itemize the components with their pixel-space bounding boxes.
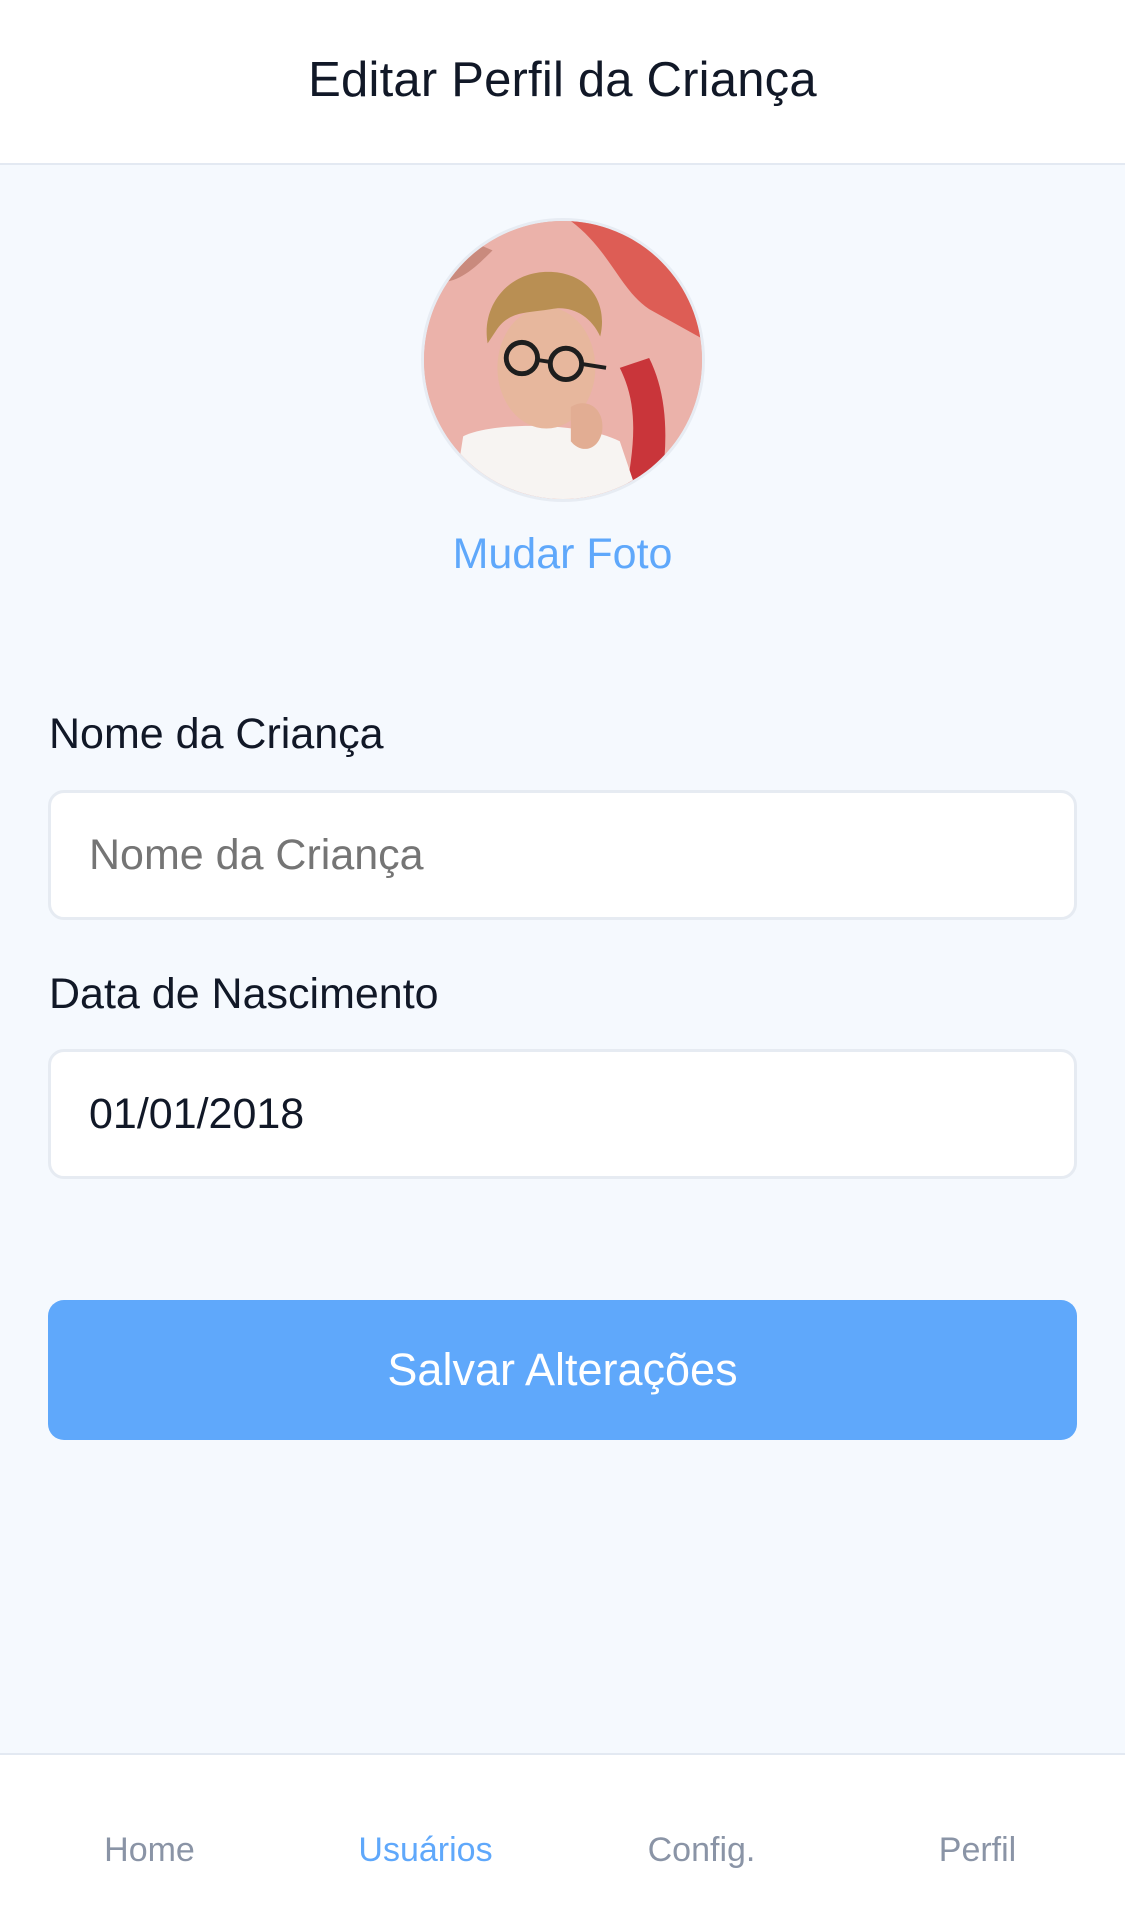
birthdate-field-box (48, 1049, 1077, 1179)
page-title: Editar Perfil da Criança (308, 53, 817, 107)
header-bar: Editar Perfil da Criança (0, 0, 1125, 165)
avatar-photo (424, 221, 702, 499)
birthdate-input[interactable] (51, 1052, 1074, 1176)
change-photo-link[interactable]: Mudar Foto (0, 530, 1125, 579)
bottom-nav: Home Usuários Config. Perfil (0, 1753, 1125, 1932)
avatar[interactable] (421, 218, 705, 502)
nav-item-config[interactable]: Config. (564, 1831, 839, 1870)
child-name-input[interactable] (51, 793, 1074, 917)
nav-item-usuarios[interactable]: Usuários (288, 1831, 563, 1870)
child-name-label: Nome da Criança (49, 710, 384, 758)
nav-item-perfil[interactable]: Perfil (840, 1831, 1115, 1870)
save-changes-button[interactable]: Salvar Alterações (48, 1300, 1077, 1440)
nav-item-home[interactable]: Home (12, 1831, 287, 1870)
birthdate-label: Data de Nascimento (49, 970, 439, 1018)
child-name-field-box (48, 790, 1077, 920)
